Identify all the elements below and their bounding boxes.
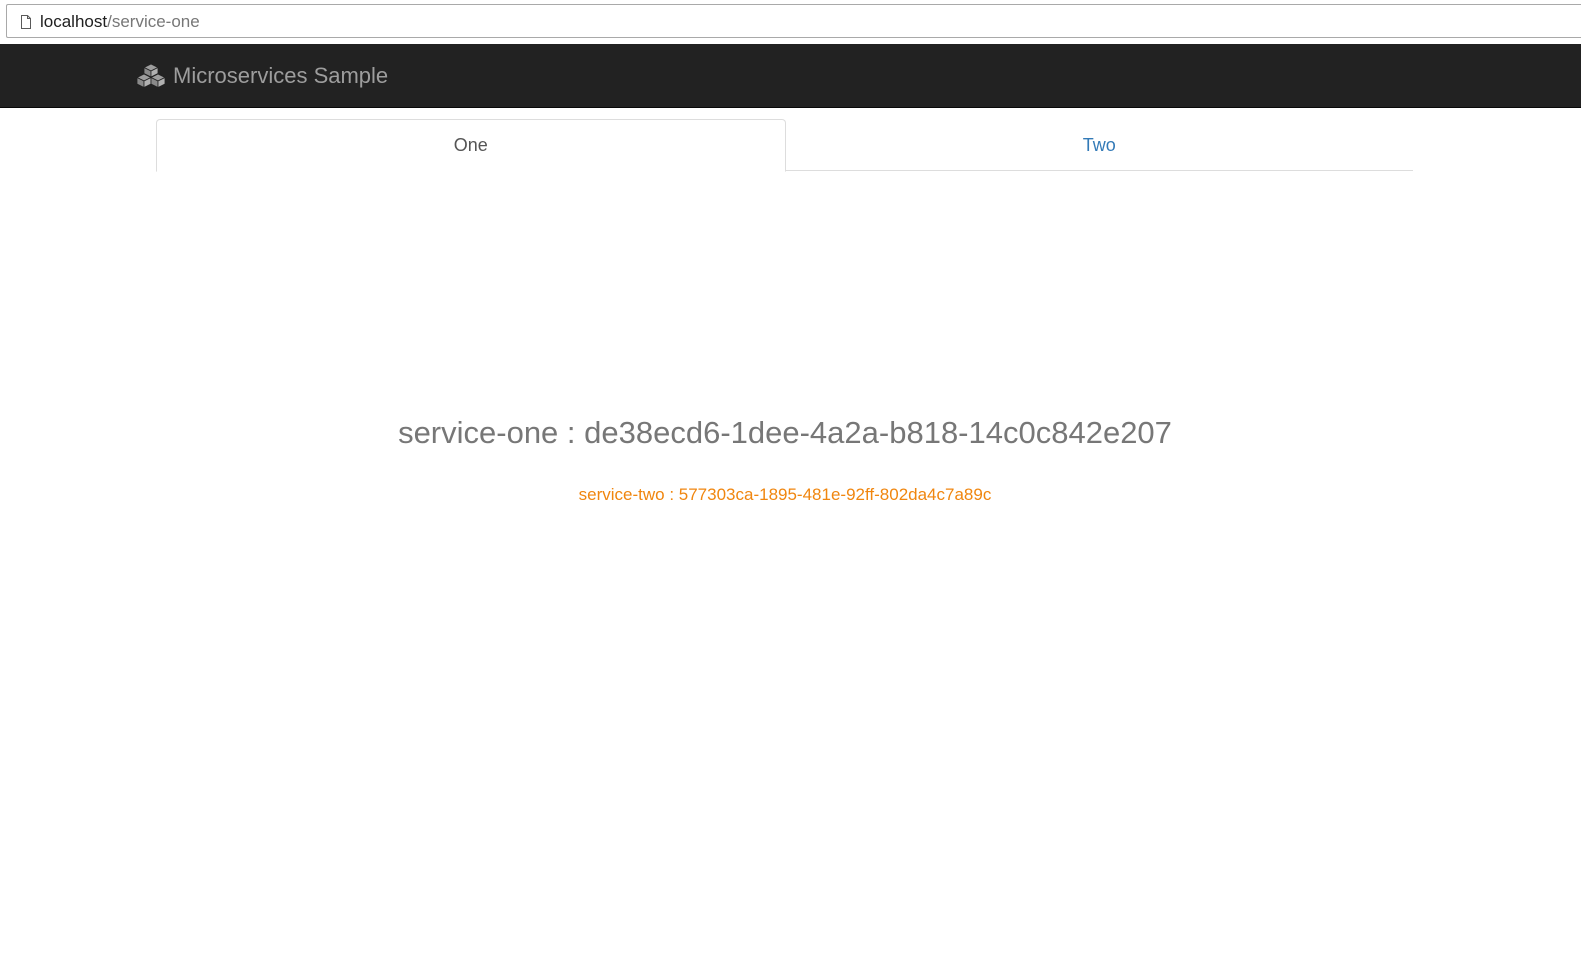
brand-title: Microservices Sample [173,62,389,88]
tab-one[interactable]: One [156,119,786,172]
service-one-id: service-one : de38ecd6-1dee-4a2a-b818-14… [398,415,1172,450]
url-text: localhost/service-one [40,12,200,32]
navbar: Microservices Sample [0,44,1581,108]
url-host: localhost [40,12,108,31]
cubes-icon [136,63,166,88]
page-icon [21,15,31,29]
service-two-id: service-two : 577303ca-1895-481e-92ff-80… [578,485,992,504]
url-path: /service-one [107,12,200,31]
brand-link[interactable]: Microservices Sample [136,44,388,107]
service-tabs: One Two [156,119,1414,172]
url-field[interactable]: localhost/service-one [6,4,1581,38]
tab-two[interactable]: Two [786,119,1414,171]
browser-address-bar: localhost/service-one [0,0,1581,44]
